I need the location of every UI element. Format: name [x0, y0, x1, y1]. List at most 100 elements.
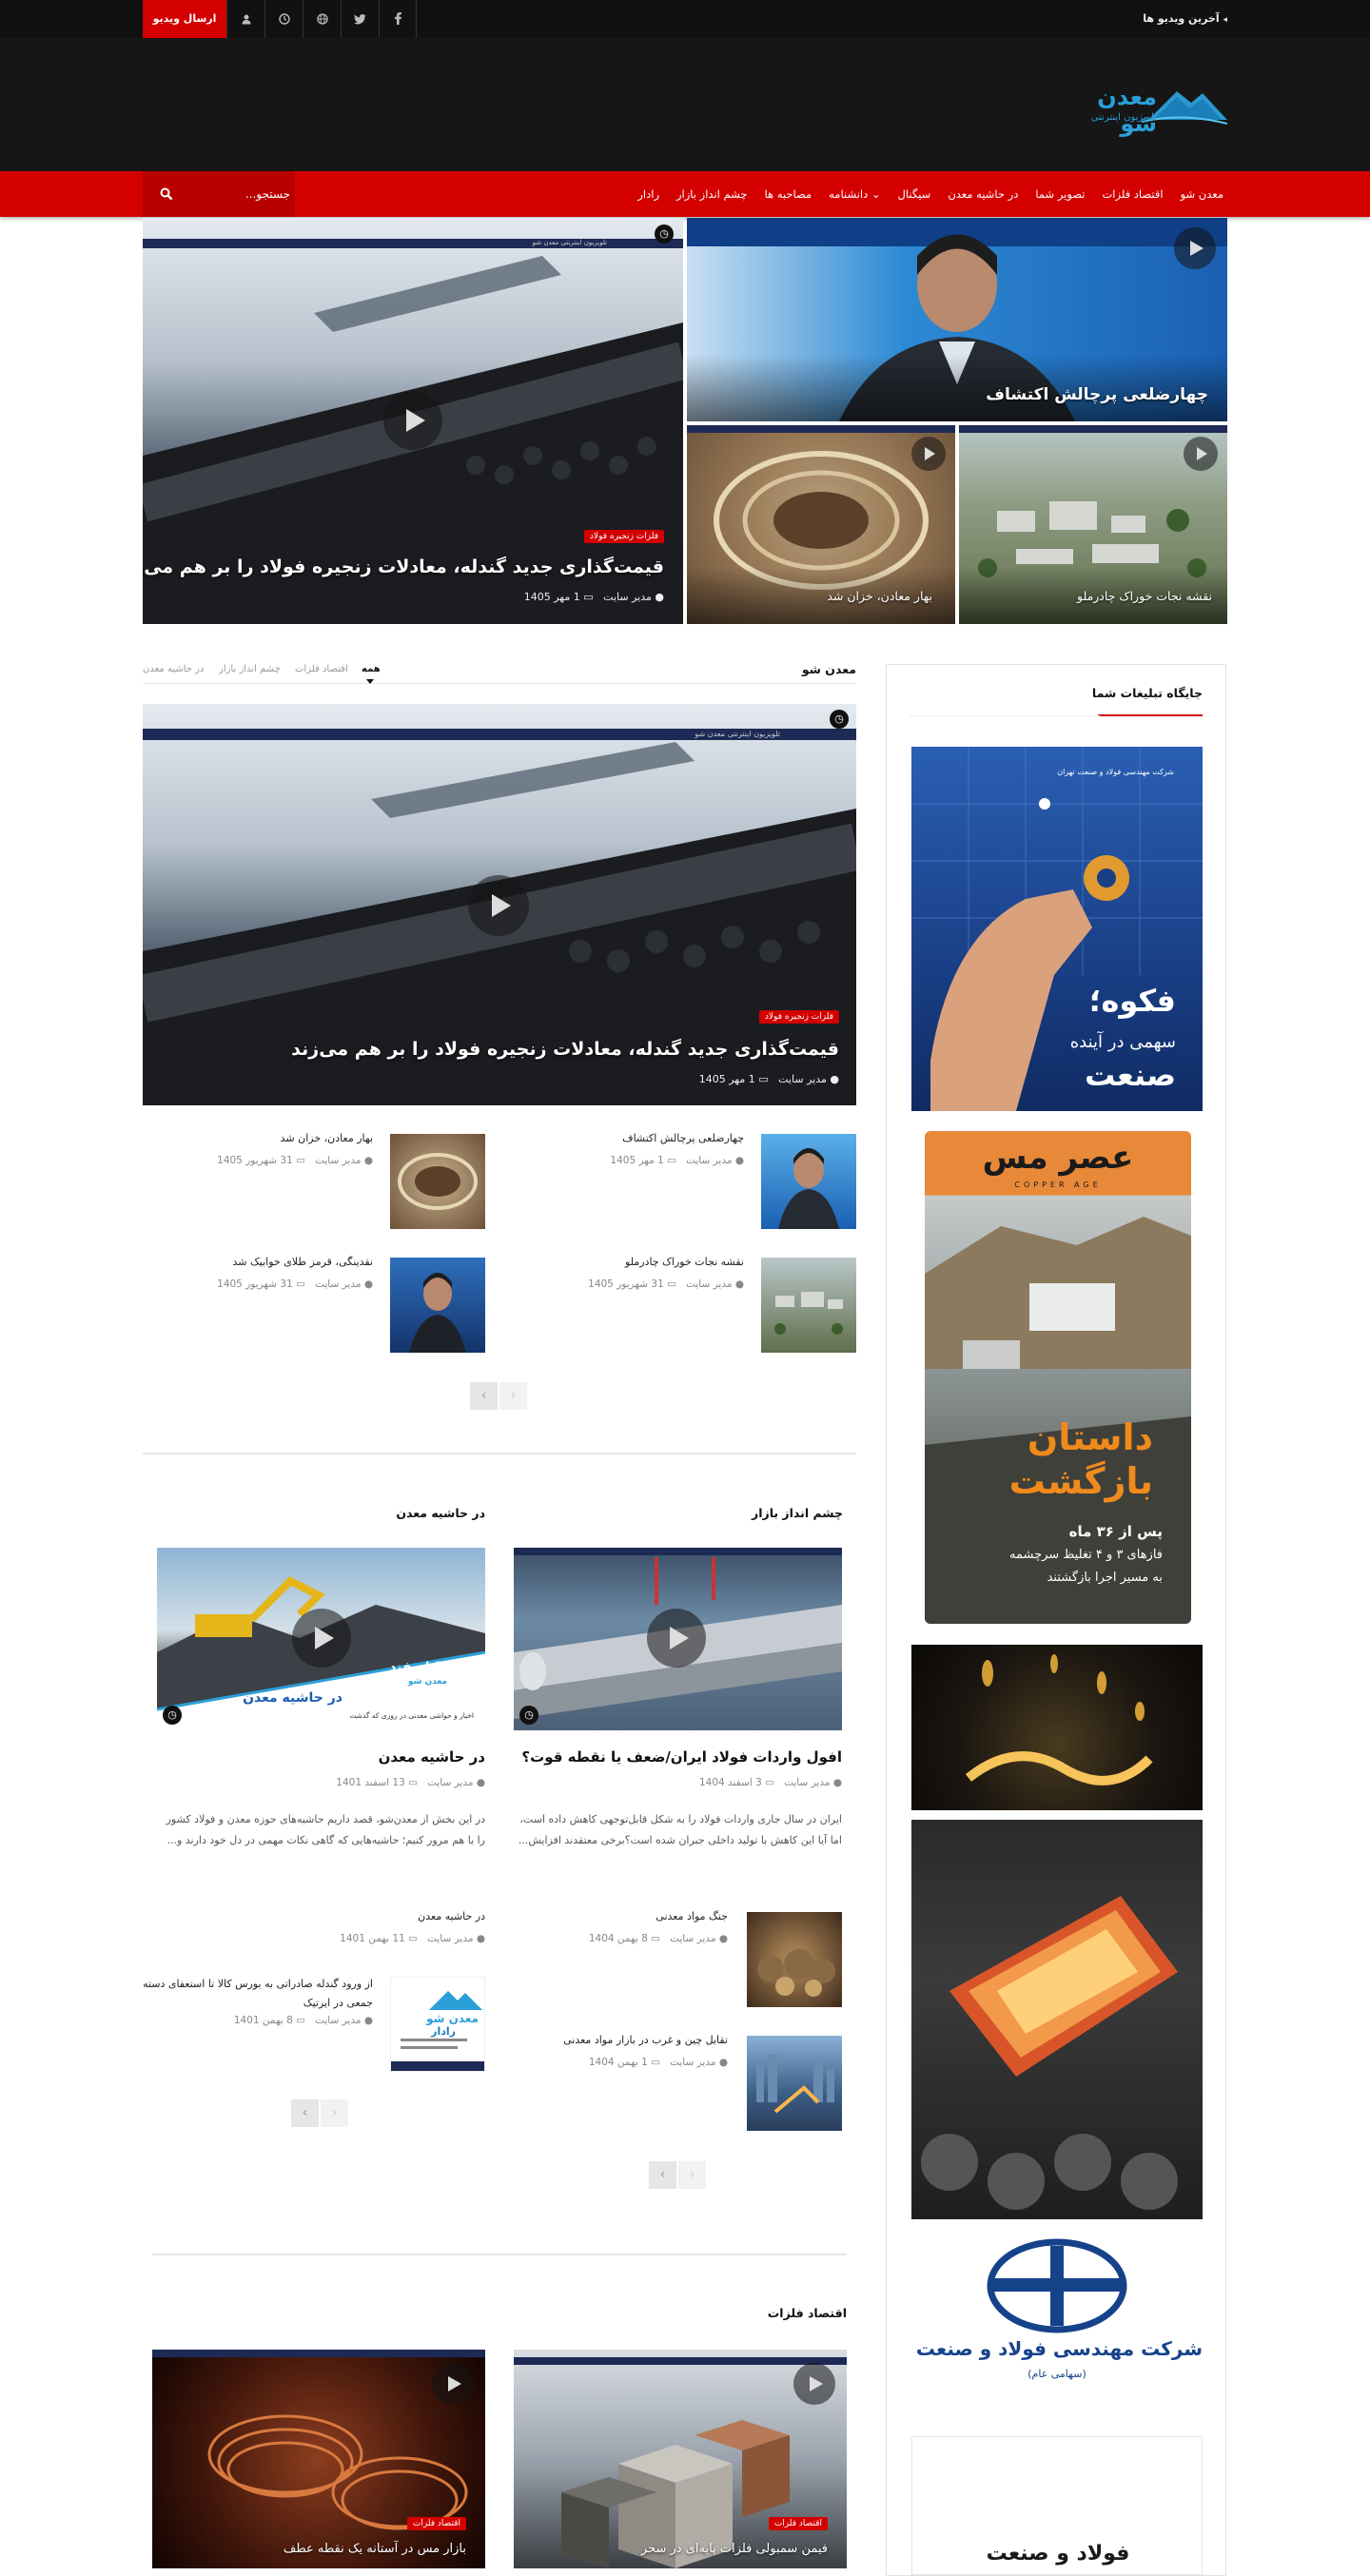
hero-pit-title[interactable]: بهار معادن، خزان شد: [827, 589, 932, 603]
market-feature-title[interactable]: افول واردات فولاد ایران/ضعف یا نقطه قوت؟: [521, 1748, 842, 1766]
hero-main-author[interactable]: مدیر سایت: [603, 591, 652, 603]
nav-item-your-image[interactable]: تصویر شما: [1035, 187, 1085, 201]
play-icon[interactable]: [1184, 437, 1218, 471]
user-icon[interactable]: [226, 0, 264, 38]
ad-banner-fakoor[interactable]: شرکت مهندسی فولاد و صنعت تهران فکوه؛ سهم…: [911, 747, 1203, 1111]
list-item-date: 31 شهریور 1405: [217, 1278, 293, 1290]
play-icon[interactable]: [1174, 227, 1216, 269]
globe-icon[interactable]: [303, 0, 341, 38]
poster-sub: اخبار و حواشی معدنی در روزی که گذشت: [349, 1711, 474, 1720]
list-item-title[interactable]: چهارضلعی پرچالش اکتشاف: [622, 1132, 744, 1144]
nav-item-interviews[interactable]: مصاحبه ها: [765, 187, 812, 201]
list-item-author[interactable]: مدیر سایت: [670, 2057, 715, 2068]
list-item-title[interactable]: نقشه نجات خوراک چادرملو: [625, 1256, 744, 1268]
category-badge[interactable]: فلزات زنجیره فولاد: [758, 1010, 839, 1024]
list-item-author[interactable]: مدیر سایت: [686, 1155, 732, 1166]
margin-feature-author[interactable]: مدیر سایت: [427, 1777, 473, 1788]
margin-feature-image[interactable]: 11 اسفند معدن شو در حاشیه معدن اخبار و ح…: [157, 1548, 485, 1730]
ad-banner-sparks[interactable]: [911, 1645, 1203, 1810]
sidebar-title-rule: [910, 715, 1100, 716]
play-icon[interactable]: [292, 1609, 351, 1668]
list-item-title[interactable]: نقدینگی، قرمز طلای خوابیک شد: [232, 1256, 373, 1268]
category-badge[interactable]: فلزات زنجیره فولاد: [583, 530, 664, 543]
market-feature-image[interactable]: ◷: [514, 1548, 842, 1730]
hero-main-tile[interactable]: تلویزیون اینترنتی معدن شو ◷ فلزات زنجیره…: [143, 218, 683, 624]
play-icon[interactable]: [647, 1609, 706, 1668]
list-thumb[interactable]: [747, 2036, 842, 2131]
pager-prev-button[interactable]: ‹: [470, 1382, 498, 1410]
hero-plant-tile[interactable]: نقشه نجات خوراک چادرملو: [959, 425, 1227, 624]
hero-top-right-title[interactable]: چهارضلعی پرچالش اکتشاف: [986, 385, 1208, 404]
play-icon[interactable]: [793, 2363, 835, 2405]
list-item-author[interactable]: مدیر سایت: [686, 1278, 732, 1290]
metals-item-image[interactable]: اقتصاد فلزات فیمن سمبولی فلزات پایه‌ای د…: [514, 2350, 847, 2568]
list-item-title[interactable]: در حاشیه معدن: [418, 1910, 485, 1922]
nav-item-metals-economy[interactable]: اقتصاد فلزات: [1102, 187, 1163, 201]
list-item-author[interactable]: مدیر سایت: [315, 1278, 361, 1290]
nav-item-madan-show[interactable]: معدن شو: [1181, 187, 1223, 201]
pager-next-button[interactable]: ›: [678, 2161, 706, 2189]
pager-prev-button[interactable]: ‹: [649, 2161, 676, 2189]
list-item-author[interactable]: مدیر سایت: [315, 2015, 361, 2026]
feature-video-tile[interactable]: تلویزیون اینترنتی معدن شو ◷ فلزات زنجیره…: [143, 704, 856, 1105]
metals-item-image[interactable]: اقتصاد فلزات بازار مس در آستانه یک نقطه …: [152, 2350, 485, 2568]
list-thumb[interactable]: [761, 1134, 856, 1229]
hero-plant-title[interactable]: نقشه نجات خوراک چادرملو: [1077, 589, 1212, 603]
category-badge[interactable]: اقتصاد فلزات: [768, 2517, 828, 2530]
author-icon: ●: [830, 1073, 839, 1085]
play-icon[interactable]: [468, 875, 529, 936]
pager-prev-button[interactable]: ‹: [291, 2099, 319, 2127]
search-icon[interactable]: [160, 187, 173, 201]
pager-next-button[interactable]: ›: [499, 1382, 527, 1410]
metals-item-title[interactable]: بازار مس در آستانه یک نقطه عطف: [284, 2542, 466, 2556]
feature-title[interactable]: قیمت‌گذاری جدید گندله، معادلات زنجیره فو…: [291, 1039, 839, 1060]
feature-author[interactable]: مدیر سایت: [778, 1073, 827, 1085]
list-item-author[interactable]: مدیر سایت: [427, 1933, 473, 1944]
category-badge[interactable]: اقتصاد فلزات: [406, 2517, 466, 2530]
list-thumb[interactable]: [390, 1134, 485, 1229]
tab-mining-margin[interactable]: در حاشیه معدن: [143, 664, 204, 674]
nav-item-market-outlook[interactable]: چشم انداز بازار: [676, 187, 748, 201]
list-item-author[interactable]: مدیر سایت: [315, 1155, 361, 1166]
twitter-icon[interactable]: [341, 0, 379, 38]
nav-item-encyclopedia[interactable]: دانشنامه ⌄: [829, 187, 880, 201]
clock-icon[interactable]: [264, 0, 303, 38]
hero-main-title[interactable]: قیمت‌گذاری جدید گندله، معادلات زنجیره فو…: [143, 556, 664, 577]
ad-banner-forge[interactable]: [911, 1820, 1203, 2219]
metals-item-title[interactable]: فیمن سمبولی فلزات پایه‌ای در سحر: [641, 2542, 828, 2556]
search-input[interactable]: [186, 181, 290, 207]
list-item-author[interactable]: مدیر سایت: [670, 1933, 715, 1944]
market-feature-author[interactable]: مدیر سایت: [784, 1777, 830, 1788]
list-item-title[interactable]: جنگ مواد معدنی: [656, 1910, 728, 1922]
ad-banner-partial[interactable]: فولاد و صنعت: [911, 2436, 1203, 2575]
pager-next-button[interactable]: ›: [321, 2099, 348, 2127]
list-item-title[interactable]: تقابل چین و غرب در بازار مواد معدنی: [563, 2034, 728, 2046]
nav-item-mining-margin[interactable]: در حاشیه معدن: [948, 187, 1018, 201]
calendar-icon: ▭: [583, 591, 594, 603]
play-icon[interactable]: [432, 2363, 474, 2405]
play-icon[interactable]: [911, 437, 946, 471]
margin-feature-title[interactable]: در حاشیه معدن: [379, 1748, 485, 1766]
nav-item-radar[interactable]: رادار: [637, 187, 659, 201]
list-thumb[interactable]: [747, 1912, 842, 2007]
nav-item-signal[interactable]: سیگنال: [898, 187, 931, 201]
list-thumb[interactable]: [390, 1258, 485, 1353]
hero-top-right-tile[interactable]: چهارضلعی پرچالش اکتشاف: [687, 218, 1227, 421]
tab-all[interactable]: همه: [362, 664, 381, 674]
list-item-title[interactable]: از ورود گندله صادراتی به بورس کالا تا اس…: [135, 1975, 373, 2013]
ad-banner-company-logo[interactable]: شرکت مهندسی فولاد و صنعت تهران (سهامی عا…: [911, 2234, 1203, 2396]
play-icon[interactable]: [383, 391, 442, 450]
ad-partial-text: فولاد و صنعت: [986, 2542, 1130, 2566]
submit-video-button[interactable]: ارسال ویدیو: [143, 0, 226, 38]
hero-pit-tile[interactable]: بهار معادن، خزان شد: [687, 425, 955, 624]
list-item-title[interactable]: بهار معادن، خزان شد: [281, 1132, 373, 1144]
ad-banner-copper-age[interactable]: عصر مس COPPER AGE داستان بازگشت پس از ۳۶…: [925, 1131, 1191, 1624]
facebook-icon[interactable]: [379, 0, 417, 38]
tab-market-outlook[interactable]: چشم انداز بازار: [219, 664, 281, 674]
latest-videos-link[interactable]: ◂ آخرین ویدیو ها: [1143, 0, 1227, 38]
site-logo[interactable]: معدن شو تلویزیون اینترنتی: [1058, 78, 1228, 137]
tab-metals-economy[interactable]: اقتصاد فلزات: [295, 664, 348, 674]
list-thumb[interactable]: [761, 1258, 856, 1353]
list-thumb[interactable]: معدن شو رادار: [390, 1977, 485, 2072]
ad-company-sub: (سهامی عام): [1028, 2368, 1086, 2380]
